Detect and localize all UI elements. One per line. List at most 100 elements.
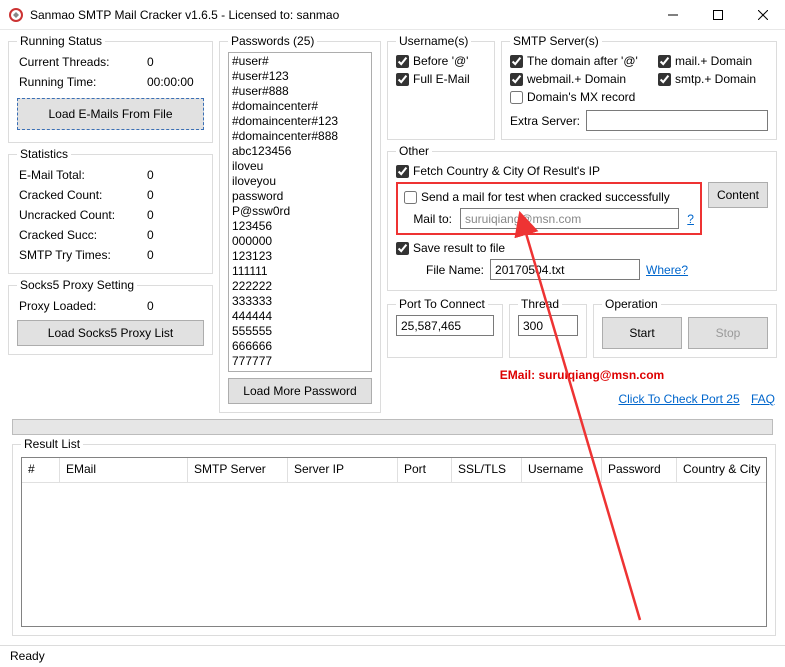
username-group: Username(s) Before '@' Full E-Mail (387, 34, 495, 140)
other-legend: Other (396, 144, 432, 158)
before-at-checkbox[interactable]: Before '@' (396, 52, 486, 70)
mailto-help-link[interactable]: ? (687, 212, 694, 226)
running-time-value: 00:00:00 (147, 75, 202, 89)
extra-server-input[interactable] (586, 110, 768, 131)
mx-record-checkbox[interactable]: Domain's MX record (510, 88, 654, 106)
content-button[interactable]: Content (708, 182, 768, 208)
password-item[interactable]: #user#888 (232, 84, 368, 99)
password-item[interactable]: #domaincenter# (232, 99, 368, 114)
port-legend: Port To Connect (396, 297, 488, 311)
filename-input[interactable] (490, 259, 640, 280)
check-port-link[interactable]: Click To Check Port 25 (618, 392, 739, 406)
col-port[interactable]: Port (398, 458, 452, 482)
load-emails-button[interactable]: Load E-Mails From File (17, 98, 204, 130)
col-country-city[interactable]: Country & City (677, 458, 766, 482)
smtp-server-group: SMTP Server(s) The domain after '@' webm… (501, 34, 777, 140)
minimize-button[interactable] (650, 0, 695, 29)
result-table-body (22, 483, 766, 626)
running-status-legend: Running Status (17, 34, 105, 48)
proxy-loaded-value: 0 (147, 299, 202, 313)
stat-label: E-Mail Total: (19, 168, 85, 182)
socks5-legend: Socks5 Proxy Setting (17, 278, 137, 292)
statistics-legend: Statistics (17, 147, 71, 161)
stat-label: SMTP Try Times: (19, 248, 111, 262)
current-threads-value: 0 (147, 55, 202, 69)
load-socks5-button[interactable]: Load Socks5 Proxy List (17, 320, 204, 346)
mail-domain-checkbox[interactable]: mail.+ Domain (658, 52, 768, 70)
password-item[interactable]: password (232, 189, 368, 204)
password-item[interactable]: 000000 (232, 234, 368, 249)
thread-legend: Thread (518, 297, 562, 311)
smtp-domain-checkbox[interactable]: smtp.+ Domain (658, 70, 768, 88)
col-ssl-tls[interactable]: SSL/TLS (452, 458, 522, 482)
stat-value: 0 (147, 248, 202, 262)
passwords-listbox[interactable]: #user##user#123#user#888#domaincenter##d… (228, 52, 372, 372)
password-item[interactable]: P@ssw0rd (232, 204, 368, 219)
stat-value: 0 (147, 228, 202, 242)
thread-group: Thread (509, 297, 587, 358)
full-email-checkbox[interactable]: Full E-Mail (396, 70, 486, 88)
stat-value: 0 (147, 208, 202, 222)
password-item[interactable]: 222222 (232, 279, 368, 294)
other-group: Other Fetch Country & City Of Result's I… (387, 144, 777, 291)
password-item[interactable]: #domaincenter#123 (232, 114, 368, 129)
status-bar: Ready (0, 645, 785, 667)
passwords-group: Passwords (25) #user##user#123#user#888#… (219, 34, 381, 413)
filename-label: File Name: (426, 263, 484, 277)
password-item[interactable]: 666666 (232, 339, 368, 354)
col-number[interactable]: # (22, 458, 60, 482)
faq-link[interactable]: FAQ (751, 392, 775, 406)
fetch-country-checkbox[interactable]: Fetch Country & City Of Result's IP (396, 162, 768, 180)
col-server-ip[interactable]: Server IP (288, 458, 398, 482)
password-item[interactable]: 123123 (232, 249, 368, 264)
smtp-server-legend: SMTP Server(s) (510, 34, 602, 48)
password-item[interactable]: 777777 (232, 354, 368, 369)
password-item[interactable]: 111111 (232, 264, 368, 279)
mailto-input[interactable] (460, 208, 679, 229)
progress-bar (12, 419, 773, 435)
webmail-domain-checkbox[interactable]: webmail.+ Domain (510, 70, 654, 88)
password-item[interactable]: iloveyou (232, 174, 368, 189)
port-group: Port To Connect (387, 297, 503, 358)
socks5-group: Socks5 Proxy Setting Proxy Loaded: 0 Load… (8, 278, 213, 355)
load-more-password-button[interactable]: Load More Password (228, 378, 372, 404)
window-title: Sanmao SMTP Mail Cracker v1.6.5 - Licens… (30, 8, 650, 22)
stat-label: Cracked Count: (19, 188, 102, 202)
maximize-button[interactable] (695, 0, 740, 29)
port-input[interactable] (396, 315, 494, 336)
app-icon (8, 7, 24, 23)
col-smtp-server[interactable]: SMTP Server (188, 458, 288, 482)
running-time-label: Running Time: (19, 75, 96, 89)
password-item[interactable]: #user#123 (232, 69, 368, 84)
proxy-loaded-label: Proxy Loaded: (19, 299, 96, 313)
col-password[interactable]: Password (602, 458, 677, 482)
stop-button[interactable]: Stop (688, 317, 768, 349)
mailto-highlight-box: Send a mail for test when cracked succes… (396, 182, 702, 235)
col-email[interactable]: EMail (60, 458, 188, 482)
save-result-checkbox[interactable]: Save result to file (396, 239, 768, 257)
password-item[interactable]: 888888 (232, 369, 368, 372)
password-item[interactable]: 444444 (232, 309, 368, 324)
stat-label: Uncracked Count: (19, 208, 115, 222)
result-list-group: Result List # EMail SMTP Server Server I… (12, 437, 776, 636)
start-button[interactable]: Start (602, 317, 682, 349)
where-link[interactable]: Where? (646, 263, 688, 277)
password-item[interactable]: #user# (232, 54, 368, 69)
send-mail-test-checkbox[interactable]: Send a mail for test when cracked succes… (404, 188, 694, 206)
result-table[interactable]: # EMail SMTP Server Server IP Port SSL/T… (21, 457, 767, 627)
email-contact-text: EMail: suruiqiang@msn.com (387, 362, 777, 384)
password-item[interactable]: #domaincenter#888 (232, 129, 368, 144)
domain-after-at-checkbox[interactable]: The domain after '@' (510, 52, 654, 70)
operation-group: Operation Start Stop (593, 297, 777, 358)
password-item[interactable]: iloveu (232, 159, 368, 174)
thread-input[interactable] (518, 315, 578, 336)
password-item[interactable]: 123456 (232, 219, 368, 234)
close-button[interactable] (740, 0, 785, 29)
passwords-legend: Passwords (25) (228, 34, 317, 48)
mailto-label: Mail to: (404, 212, 452, 226)
password-item[interactable]: 555555 (232, 324, 368, 339)
status-text: Ready (10, 649, 45, 663)
col-username[interactable]: Username (522, 458, 602, 482)
password-item[interactable]: abc123456 (232, 144, 368, 159)
password-item[interactable]: 333333 (232, 294, 368, 309)
